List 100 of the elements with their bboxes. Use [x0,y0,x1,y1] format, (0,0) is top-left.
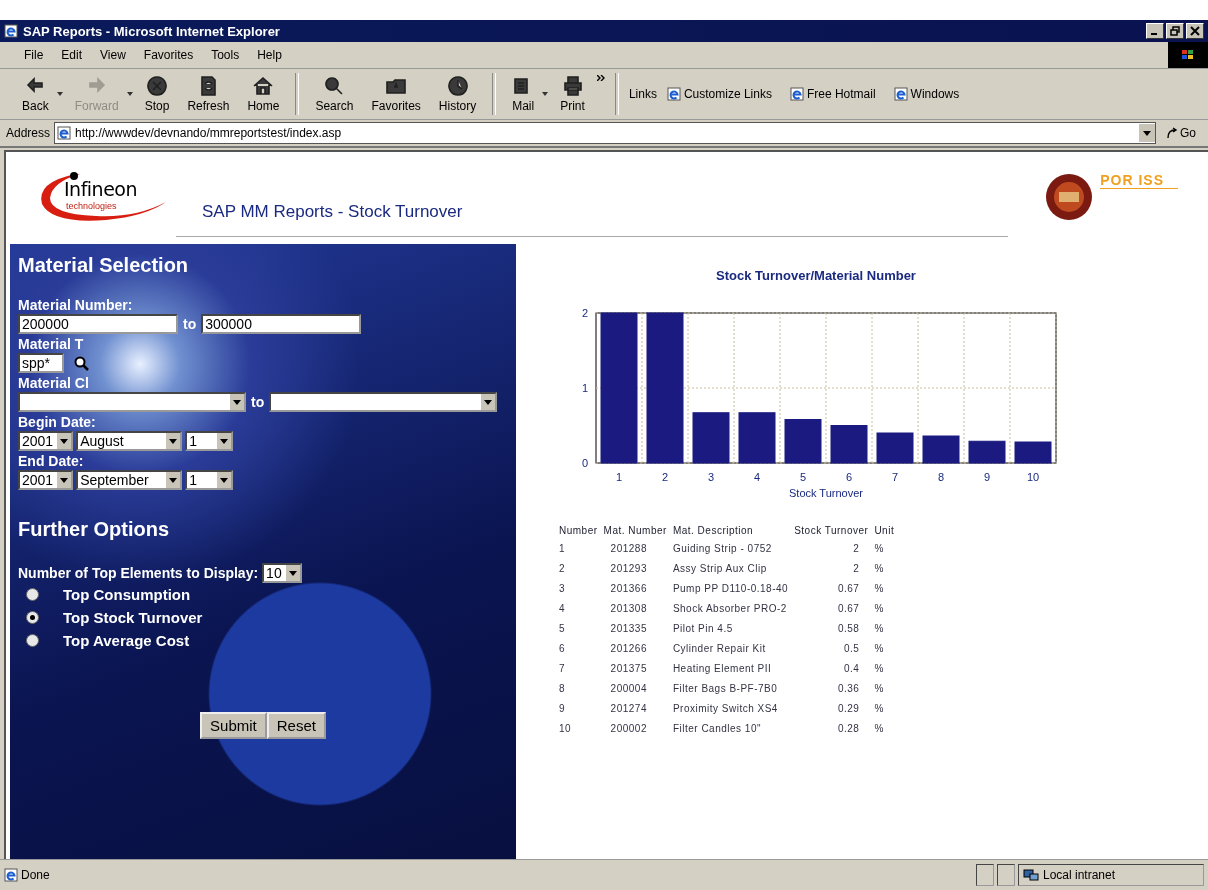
section-badge: POR ISS [1100,172,1178,189]
address-label: Address [6,126,51,140]
toolbar-button[interactable]: Mail [506,73,541,115]
menu-item[interactable]: Tools [209,46,242,64]
option-label: Top Average Cost [63,632,190,649]
text-field[interactable]: spp* [18,353,64,373]
table-cell-text: 201308 [609,601,648,616]
table-cell-text: 0.29 [836,701,861,716]
toolbar-button[interactable]: Print [554,73,591,115]
windows-logo-icon [1168,42,1208,68]
minimize-icon [1151,33,1157,35]
day-dropdown[interactable]: 1 [185,431,234,451]
axis-tick: 3 [707,471,715,483]
menu-item[interactable]: File [22,46,46,64]
menu-item[interactable]: Edit [59,46,85,64]
link-button[interactable]: Free Hotmail [789,87,876,101]
field-label: Material Number: [18,297,134,313]
text-field[interactable]: 200000 [18,314,178,334]
dropdown[interactable] [269,392,498,412]
axis-tick: 2 [581,307,588,319]
go-button[interactable]: Go [1160,126,1202,140]
stop-icon [146,75,169,97]
radio-button[interactable] [26,588,39,601]
day-dropdown[interactable]: 1 [185,470,234,490]
table-cell-text: 9 [558,701,567,716]
toolbar-button[interactable]: Back [16,73,55,115]
axis-tick: 2 [661,471,669,483]
browser-icon [4,24,18,38]
year-dropdown[interactable]: 2001 [18,431,74,451]
section-title: Material Selection [18,254,190,277]
table-cell-text: 0.67 [836,601,861,616]
column-header: Number [558,524,599,538]
count-dropdown[interactable]: 10 [262,563,302,583]
form-button[interactable]: Reset [266,712,326,739]
form-button[interactable]: Submit [200,712,267,739]
table-cell-text: Guiding Strip - 0752 [671,541,773,556]
table-cell-text: % [873,621,885,636]
table-cell-text: Pilot Pin 4.5 [671,621,734,636]
table-cell-text: Filter Bags B-PF-7B0 [671,681,779,696]
search-icon[interactable] [73,355,89,371]
minimize-button[interactable] [1146,23,1164,39]
section-title: Further Options [18,518,171,541]
axis-tick: 1 [615,471,623,483]
computers-icon [1023,868,1039,882]
table-cell-text: 0.28 [836,721,861,736]
emblem-icon [1044,172,1095,222]
window-title: SAP Reports - Microsoft Internet Explorer [23,23,281,39]
restore-button[interactable] [1166,23,1184,39]
axis-tick: 5 [799,471,807,483]
page-title: SAP MM Reports - Stock Turnover [202,202,464,222]
table-cell-text: Heating Element PII [671,661,773,676]
restore-icon [1170,26,1180,36]
table-cell-text: 0.58 [836,621,861,636]
radio-button[interactable] [26,634,39,647]
more-icon[interactable] [596,75,605,81]
link-button[interactable]: Customize Links [666,87,772,101]
table-cell-text: 201266 [609,641,648,656]
table-cell-text: 0.67 [836,581,861,596]
toolbar-button[interactable]: History [432,73,483,115]
table-cell-text: 0.4 [843,661,861,676]
status-text: Done [21,868,50,882]
axis-label: Stock Turnover [789,487,863,499]
printer-icon [561,75,584,97]
table-cell-text: 200004 [609,681,648,696]
dropdown-arrow-icon[interactable] [542,92,549,96]
table-cell-text: % [873,561,885,576]
table-cell-text: Pump PP D110-0.18-40 [671,581,790,596]
address-field[interactable]: http://wwwdev/devnando/mmreportstest/index.asp [54,122,1156,144]
menu-item[interactable]: Help [255,46,284,64]
table-cell-text: % [873,581,885,596]
table-cell-text: Filter Candles 10" [671,721,762,736]
axis-tick: 8 [937,471,945,483]
menu-item[interactable]: View [98,46,128,64]
table-cell-text: 201375 [609,661,648,676]
dropdown-arrow-icon[interactable] [56,92,63,96]
option-label: Top Consumption [63,586,191,603]
year-dropdown[interactable]: 2001 [18,470,74,490]
page-icon [789,87,804,101]
bar [922,435,960,464]
month-dropdown[interactable]: September [76,470,183,490]
toolbar-button[interactable]: Refresh [181,73,236,115]
text-field[interactable]: 300000 [201,314,362,334]
to-label: to [251,394,265,410]
toolbar-button[interactable]: Search [309,73,360,115]
radio-button[interactable] [26,611,39,624]
table-cell-text: 3 [558,581,567,596]
link-button[interactable]: Windows [893,87,960,101]
dropdown[interactable] [18,392,246,412]
month-dropdown[interactable]: August [76,431,183,451]
toolbar-button[interactable]: Home [241,73,286,115]
table-cell-text: % [873,721,885,736]
toolbar-button[interactable]: Favorites [365,73,427,115]
toolbar-button[interactable]: Stop [138,73,176,115]
table-cell-text: % [873,661,885,676]
option-label: Top Stock Turnover [63,609,203,626]
close-button[interactable] [1186,23,1204,39]
table-cell-text: % [873,681,885,696]
field-label: Material Cl [18,375,90,391]
zone-text: Local intranet [1043,868,1116,882]
menu-item[interactable]: Favorites [141,46,196,64]
